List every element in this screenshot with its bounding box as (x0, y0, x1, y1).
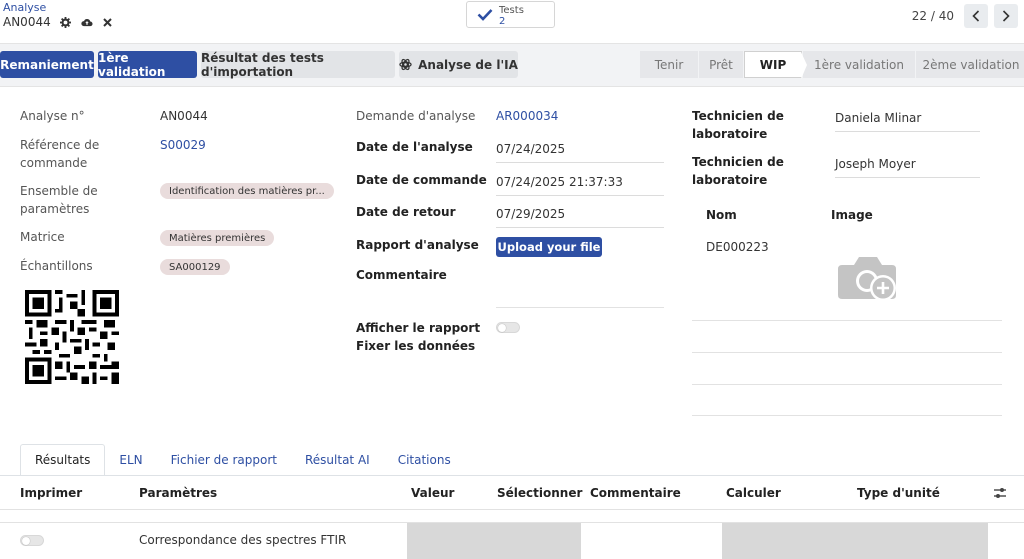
stage-label: 2ème validation (922, 57, 1020, 72)
matrix-label: Matrice (20, 230, 65, 244)
column-parametres[interactable]: Paramètres (139, 486, 217, 500)
value-cell[interactable] (407, 523, 581, 559)
order-date-field[interactable]: 07/24/2025 21:37:33 (496, 175, 664, 196)
pager-previous-button[interactable] (964, 4, 988, 28)
tab-fichier-rapport[interactable]: Fichier de rapport (157, 444, 291, 476)
o2m-row-divider (692, 352, 1002, 353)
show-report-label: Afficher le rapport (356, 321, 481, 335)
chevron-right-icon (1002, 10, 1010, 22)
notebook-tabs: Résultats ELN Fichier de rapport Résulta… (20, 444, 465, 476)
stage-label: 1ère validation (814, 57, 904, 72)
openai-icon (399, 58, 412, 71)
analysis-request-link[interactable]: AR000034 (496, 109, 558, 123)
column-imprimer[interactable]: Imprimer (20, 486, 82, 500)
gear-icon[interactable] (60, 16, 72, 28)
comment-field[interactable] (496, 307, 664, 308)
sample-tag[interactable]: SA000129 (160, 259, 230, 275)
column-valeur[interactable]: Valeur (411, 486, 454, 500)
status-bar: Tenir Prêt WIP 1ère validation 2ème vali… (640, 51, 1024, 79)
breadcrumb-record: AN0044 (3, 15, 51, 29)
tests-count: 2 (499, 16, 506, 27)
image-column-header: Image (831, 208, 873, 222)
print-toggle[interactable] (20, 535, 44, 546)
calculate-cell[interactable] (722, 523, 988, 559)
parameter-cell[interactable]: Correspondance des spectres FTIR (139, 533, 346, 547)
column-type-unite[interactable]: Type d'unité (857, 486, 940, 500)
parameter-set-label: Ensemble de paramètres (20, 184, 98, 216)
return-date-label: Date de retour (356, 205, 456, 219)
ai-analysis-label: Analyse de l'IA (418, 57, 518, 72)
lab-technician-2-field[interactable]: Joseph Moyer (835, 157, 980, 178)
form-sheet: Analyse n° AN0044 Référence de commande … (0, 86, 1024, 559)
o2m-row-divider (692, 320, 1002, 321)
analysis-date-field[interactable]: 07/24/2025 (496, 142, 664, 163)
table-row[interactable]: Correspondance des spectres FTIR (0, 523, 1024, 559)
lab-technician-1-field[interactable]: Daniela Mlinar (835, 111, 980, 132)
order-date-label: Date de commande (356, 173, 487, 187)
lab-technician-2-label: Technicien de laboratoire (692, 155, 784, 187)
name-column-header: Nom (706, 208, 737, 222)
close-icon[interactable] (102, 16, 114, 28)
stage-arrow (801, 52, 807, 79)
analysis-request-label: Demande d'analyse (356, 109, 476, 123)
analysis-date-label: Date de l'analyse (356, 140, 473, 154)
camera-add-icon[interactable] (838, 251, 900, 306)
tab-resultat-ai[interactable]: Résultat AI (291, 444, 384, 476)
order-reference-link[interactable]: S00029 (160, 138, 206, 152)
breadcrumb-parent[interactable]: Analyse (3, 1, 46, 14)
comment-label: Commentaire (356, 268, 447, 282)
pager: 22 / 40 (912, 4, 1018, 28)
pager-value[interactable]: 22 / 40 (912, 9, 954, 23)
stage-wip[interactable]: WIP (744, 51, 807, 79)
import-results-button[interactable]: Résultat des tests d'importation (201, 51, 395, 79)
matrix-tag[interactable]: Matières premières (160, 230, 275, 246)
column-commentaire[interactable]: Commentaire (590, 486, 681, 500)
show-report-toggle[interactable] (496, 322, 520, 333)
o2m-row-divider (692, 384, 1002, 385)
qr-code (25, 290, 119, 384)
samples-label: Échantillons (20, 259, 93, 273)
o2m-row-divider (692, 415, 1002, 416)
upload-file-button[interactable]: Upload your file (496, 237, 602, 257)
table-header-divider (0, 509, 1024, 510)
tests-label: Tests (499, 5, 524, 16)
check-icon (477, 8, 493, 24)
control-panel: Analyse AN0044 Tests 2 22 / 40 (0, 0, 1024, 44)
fix-data-label: Fixer les données (356, 339, 476, 353)
pager-next-button[interactable] (994, 4, 1018, 28)
lab-technician-1-label: Technicien de laboratoire (692, 109, 784, 141)
parameter-set-tag[interactable]: Identification des matières pr... (160, 183, 334, 199)
first-validation-button[interactable]: 1ère validation (98, 51, 197, 79)
analysis-report-label: Rapport d'analyse (356, 238, 479, 252)
analysis-number-label: Analyse n° (20, 109, 85, 123)
ai-analysis-button[interactable]: Analyse de l'IA (399, 51, 518, 78)
analysis-number-value: AN0044 (160, 109, 208, 123)
stage-tenir[interactable]: Tenir (640, 51, 698, 78)
breadcrumb: AN0044 (3, 15, 114, 29)
stage-label: Prêt (709, 57, 733, 72)
stage-label: Tenir (654, 57, 684, 72)
stage-label: WIP (759, 57, 787, 72)
stage-pret[interactable]: Prêt (699, 51, 743, 78)
column-selectionner[interactable]: Sélectionner (497, 486, 582, 500)
column-settings-icon[interactable] (993, 487, 1007, 502)
order-reference-label: Référence de commande (20, 138, 100, 170)
return-date-field[interactable]: 07/29/2025 (496, 207, 664, 228)
device-name[interactable]: DE000223 (706, 240, 769, 254)
column-calculer[interactable]: Calculer (726, 486, 781, 500)
chevron-left-icon (972, 10, 980, 22)
tab-citations[interactable]: Citations (384, 444, 465, 476)
cloud-upload-icon[interactable] (81, 16, 93, 28)
stage-second-validation[interactable]: 2ème validation (916, 51, 1024, 78)
tabs-underline (0, 475, 1024, 476)
tests-smart-button[interactable]: Tests 2 (466, 1, 555, 28)
stage-first-validation[interactable]: 1ère validation (803, 51, 915, 78)
remaniement-button[interactable]: Remaniement (0, 51, 94, 78)
tab-eln[interactable]: ELN (105, 444, 156, 476)
tab-resultats[interactable]: Résultats (20, 444, 106, 476)
